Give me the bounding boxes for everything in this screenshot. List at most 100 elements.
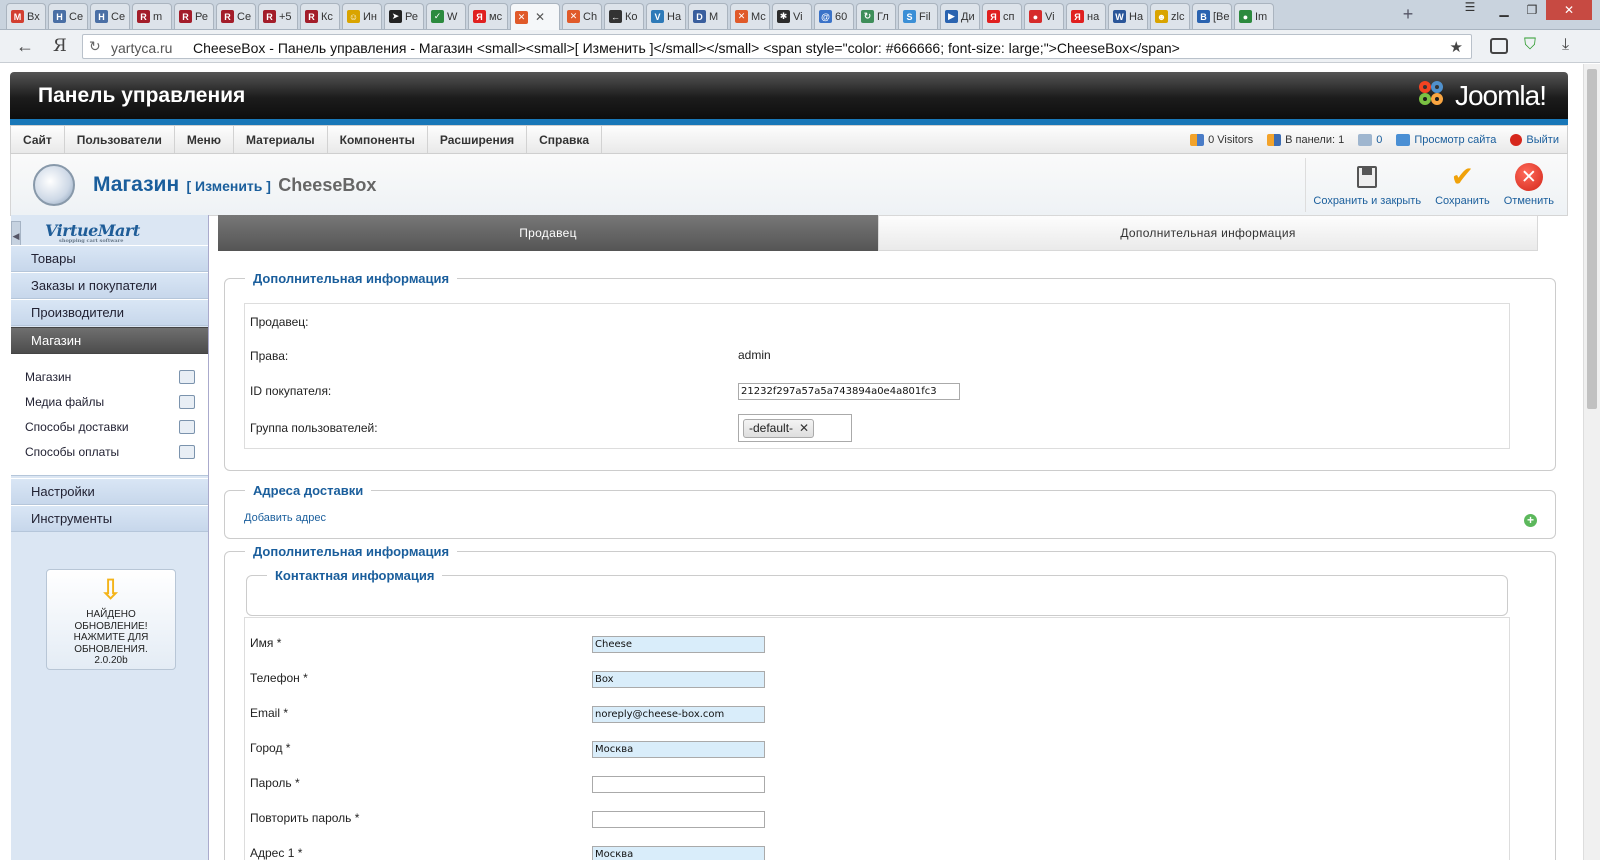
d-icon: D	[693, 10, 706, 23]
save-and-close-button[interactable]: Сохранить и закрыть	[1306, 158, 1428, 212]
menu-item[interactable]: Расширения	[428, 126, 528, 153]
browser-tab[interactable]: V На	[646, 3, 686, 29]
browser-tab[interactable]: DМ	[688, 3, 728, 29]
browser-menu-icon[interactable]: ☰	[1450, 0, 1490, 14]
browser-tab[interactable]: Яна	[1066, 3, 1106, 29]
browser-tab[interactable]: Ямс	[468, 3, 508, 29]
update-version: 2.0.20b	[94, 655, 128, 666]
new-tab-button[interactable]: +	[1398, 5, 1418, 24]
emoji-icon: ☻	[1155, 10, 1168, 23]
url-field[interactable]: ↻ yartyca.ru CheeseBox - Панель управлен…	[82, 34, 1472, 59]
customer-id-field[interactable]: 21232f297a57a5a743894a0e4a801fc3	[738, 383, 960, 400]
browser-tab[interactable]: Ясп	[982, 3, 1022, 29]
page-title-store-name: CheeseBox	[278, 175, 377, 195]
sidebar-item-settings[interactable]: Настройки	[11, 478, 208, 505]
menu-item[interactable]: Сайт	[11, 126, 65, 153]
contact-field-input[interactable]: Москва	[592, 741, 765, 758]
browser-tab[interactable]: S Fil	[898, 3, 938, 29]
media-icon	[179, 395, 195, 409]
browser-tab[interactable]: ✕ Мс	[730, 3, 770, 29]
browser-tab[interactable]: @60	[814, 3, 854, 29]
browser-tab[interactable]: ● Vi	[1024, 3, 1064, 29]
browser-tab[interactable]: H Се	[48, 3, 88, 29]
user-group-select[interactable]: -default- ✕	[738, 414, 852, 442]
add-address-link[interactable]: Добавить адрес	[244, 512, 326, 524]
browser-tab-label: +5	[279, 10, 292, 23]
browser-tab[interactable]: R +5	[258, 3, 298, 29]
logout-link[interactable]: Выйти	[1510, 133, 1559, 146]
menu-item[interactable]: Справка	[527, 126, 603, 153]
browser-tab[interactable]: B [Be	[1192, 3, 1232, 29]
contact-field-input[interactable]: Cheese	[592, 636, 765, 653]
view-site-link[interactable]: Просмотр сайта	[1396, 133, 1496, 146]
browser-tab[interactable]: ✱ Vi	[772, 3, 812, 29]
browser-tab[interactable]: ● Im	[1234, 3, 1274, 29]
back-arrow-icon[interactable]: ←	[16, 36, 34, 57]
browser-tab[interactable]: H Се	[90, 3, 130, 29]
add-address-plus-icon[interactable]: +	[1524, 514, 1537, 527]
vendor-tabs: Продавец Дополнительная информация	[218, 215, 1568, 251]
browser-tab[interactable]: ▶ Ди	[940, 3, 980, 29]
contact-field-input[interactable]	[592, 776, 765, 793]
browser-tab-label: Vi	[1045, 10, 1055, 23]
browser-tab[interactable]: ↻ Гл	[856, 3, 896, 29]
browser-tab[interactable]: R Се	[216, 3, 256, 29]
browser-tab[interactable]: M Вх	[6, 3, 46, 29]
reload-icon[interactable]: ↻	[89, 38, 101, 55]
tab-extra-info[interactable]: Дополнительная информация	[878, 215, 1538, 251]
contact-field-label: Пароль *	[250, 776, 300, 790]
b-icon: B	[1197, 10, 1210, 23]
contact-field-input[interactable]	[592, 811, 765, 828]
page-scrollbar[interactable]	[1583, 64, 1600, 860]
yandex-button[interactable]: Я	[53, 36, 67, 56]
minimize-icon[interactable]: ▁	[1490, 0, 1518, 20]
save-button[interactable]: ✔ Сохранить	[1428, 158, 1497, 212]
scrollbar-thumb[interactable]	[1587, 69, 1597, 409]
sidebar-item-products[interactable]: Товары	[11, 245, 208, 272]
browser-tab[interactable]: ☻ zlc	[1150, 3, 1190, 29]
h-icon: H	[95, 10, 108, 23]
sidebar-subitem-shipping[interactable]: Способы доставки	[25, 417, 195, 437]
browser-tab-label: Се	[111, 10, 126, 23]
contact-field-input[interactable]: noreply@cheese-box.com	[592, 706, 765, 723]
messages-status[interactable]: 0	[1358, 133, 1382, 146]
messages-icon	[1358, 133, 1373, 146]
sidebar-subitem-shop[interactable]: Магазин	[25, 367, 195, 387]
sidebar-item-manufacturers[interactable]: Производители	[11, 299, 208, 326]
users-icon	[1190, 133, 1205, 146]
update-notice-button[interactable]: ⇩ НАЙДЕНО ОБНОВЛЕНИЕ! НАЖМИТЕ ДЛЯ ОБНОВЛ…	[46, 569, 176, 670]
shield-extension-icon[interactable]: ⛉	[1524, 36, 1536, 54]
sidebar-item-orders[interactable]: Заказы и покупатели	[11, 272, 208, 299]
sidebar-subitem-media[interactable]: Медиа файлы	[25, 392, 195, 412]
menu-item[interactable]: Компоненты	[328, 126, 428, 153]
browser-tab-label: Вх	[27, 10, 40, 23]
remove-chip-icon[interactable]: ✕	[799, 421, 809, 435]
browser-tab[interactable]: R Кс	[300, 3, 340, 29]
window-close-icon[interactable]: ✕	[1546, 0, 1592, 20]
browser-tab[interactable]: Rm	[132, 3, 172, 29]
browser-tab[interactable]: ➤ Ре	[384, 3, 424, 29]
menu-item[interactable]: Пользователи	[65, 126, 175, 153]
tab-seller[interactable]: Продавец	[218, 215, 878, 251]
browser-tab[interactable]: R Ре	[174, 3, 214, 29]
menu-item[interactable]: Материалы	[234, 126, 328, 153]
sidebar-item-tools[interactable]: Инструменты	[11, 505, 208, 532]
seller-label: Продавец:	[250, 315, 309, 329]
browser-tab[interactable]: ✓ W	[426, 3, 466, 29]
browser-tab[interactable]: ☺ Ин	[342, 3, 382, 29]
browser-tab[interactable]: W На	[1108, 3, 1148, 29]
cancel-button[interactable]: ✕ Отменить	[1497, 158, 1561, 212]
contact-field-input[interactable]: Москва	[592, 846, 765, 860]
sidebar-subitem-payment[interactable]: Способы оплаты	[25, 442, 195, 462]
sidebar-item-shop[interactable]: Магазин	[11, 327, 208, 354]
tab-close-icon[interactable]: ✕	[535, 10, 545, 24]
bookmark-star-icon[interactable]: ★	[1450, 38, 1463, 56]
reader-extension-icon[interactable]	[1490, 38, 1508, 54]
download-icon[interactable]: ⤓	[1562, 36, 1569, 54]
contact-field-input[interactable]: Box	[592, 671, 765, 688]
menu-item[interactable]: Меню	[175, 126, 235, 153]
browser-tab[interactable]: ← Ко	[604, 3, 644, 29]
maximize-icon[interactable]: ❐	[1518, 0, 1546, 20]
browser-tab[interactable]: ✕ ✕	[510, 3, 560, 30]
browser-tab[interactable]: ✕ Ch	[562, 3, 602, 29]
